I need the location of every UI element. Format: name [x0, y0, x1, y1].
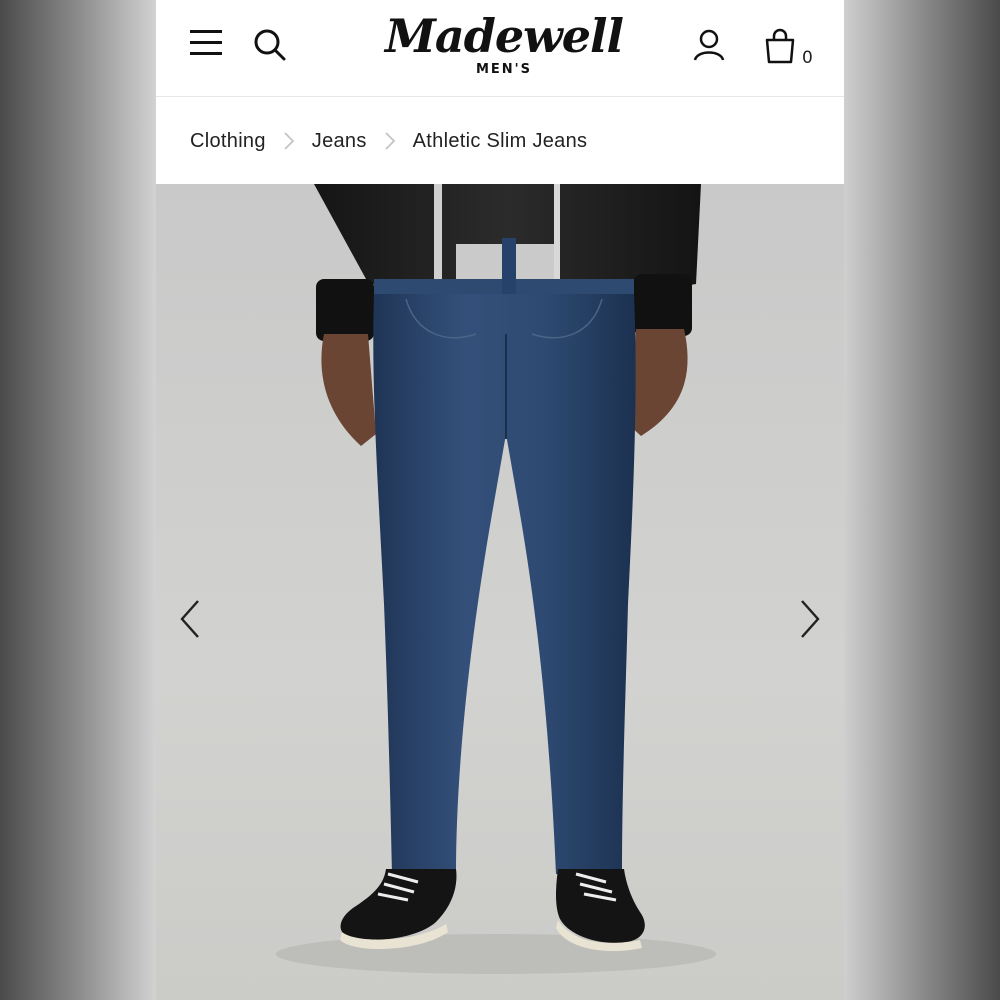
- product-photo: [276, 184, 716, 974]
- madewell-mens-logo[interactable]: Madewell MEN'S: [384, 8, 624, 86]
- breadcrumb: Clothing Jeans Athletic Slim Jeans: [156, 98, 844, 184]
- previous-image-arrow[interactable]: [170, 589, 210, 649]
- site-header: Madewell MEN'S 0: [156, 0, 844, 97]
- breadcrumb-athletic-slim-jeans[interactable]: Athletic Slim Jeans: [413, 130, 588, 153]
- bag-count: 0: [802, 48, 813, 68]
- breadcrumb-clothing[interactable]: Clothing: [190, 130, 266, 153]
- hamburger-menu-icon[interactable]: [188, 26, 224, 60]
- logo-subtitle: MEN'S: [475, 62, 533, 77]
- logo-wordmark: Madewell: [385, 9, 624, 63]
- product-page: Madewell MEN'S 0 Clothing Jeans Athletic…: [156, 0, 844, 1000]
- account-icon[interactable]: [692, 28, 726, 62]
- chevron-right-icon: [385, 132, 395, 150]
- next-image-arrow[interactable]: [790, 589, 830, 649]
- breadcrumb-jeans[interactable]: Jeans: [312, 130, 367, 153]
- product-image-gallery[interactable]: [156, 184, 844, 1000]
- shopping-bag-icon[interactable]: [764, 28, 796, 64]
- search-icon[interactable]: [252, 26, 288, 62]
- chevron-right-icon: [284, 132, 295, 150]
